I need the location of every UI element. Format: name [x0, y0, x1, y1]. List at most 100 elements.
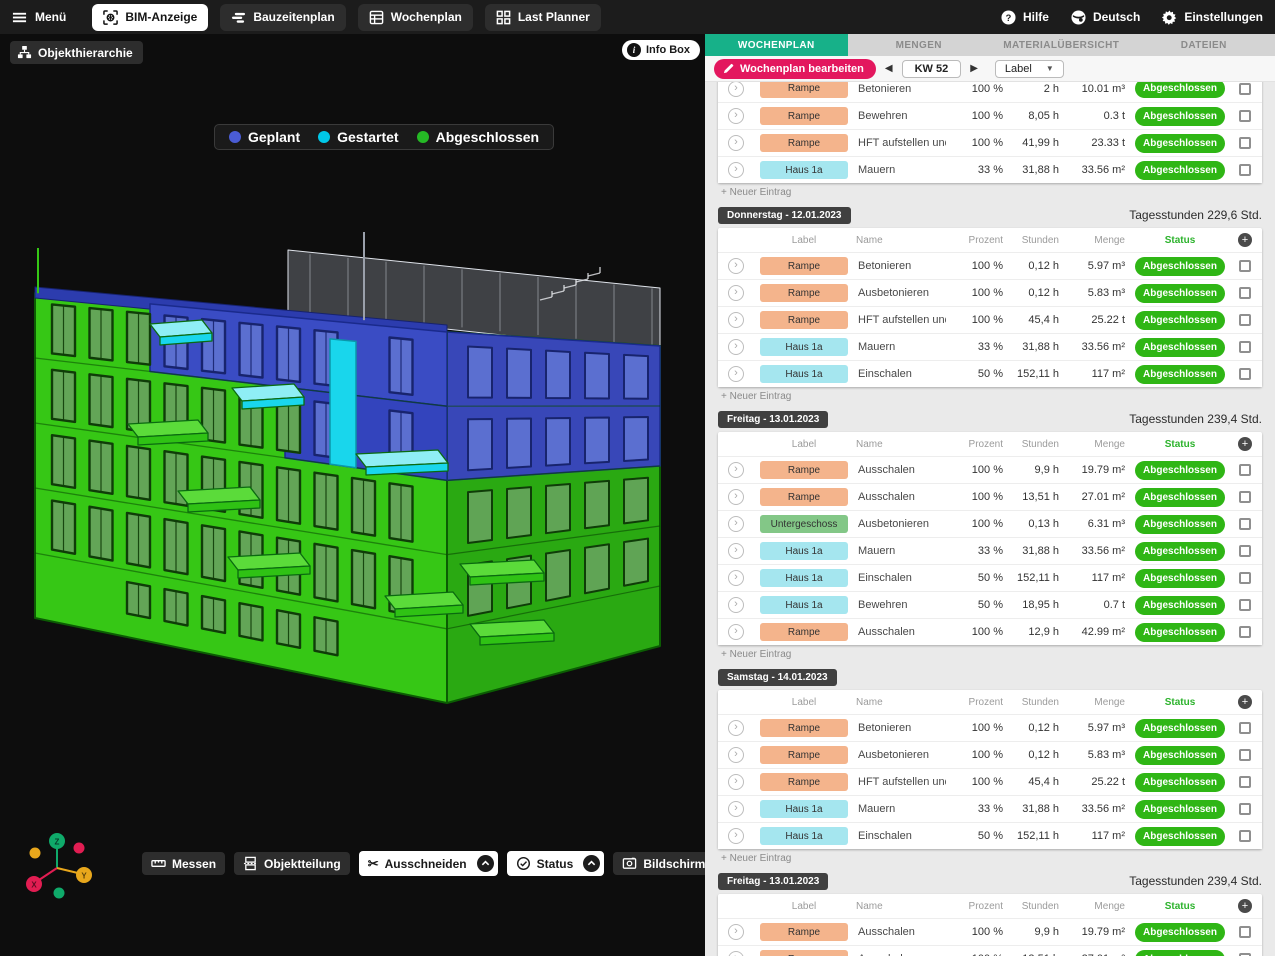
menu-button[interactable]: Menü	[12, 10, 66, 25]
next-week-button[interactable]: ▶	[968, 63, 980, 74]
nav-tab-wochenplan[interactable]: Wochenplan	[358, 4, 473, 31]
status-badge[interactable]: Abgeschlossen	[1135, 950, 1225, 956]
table-row[interactable]: ›RampeHFT aufstellen und ausrichten100 %…	[718, 306, 1262, 333]
expand-row-icon[interactable]: ›	[728, 747, 744, 763]
new-entry-link[interactable]: + Neuer Eintrag	[721, 649, 1262, 660]
table-row[interactable]: ›Haus 1aMauern33 %31,88 h33.56 m²Abgesch…	[718, 156, 1262, 183]
row-checkbox[interactable]	[1239, 776, 1251, 788]
table-row[interactable]: ›RampeHFT aufstellen und ausrichten100 %…	[718, 768, 1262, 795]
status-badge[interactable]: Abgeschlossen	[1135, 773, 1225, 792]
building-model[interactable]	[0, 34, 705, 956]
table-row[interactable]: ›RampeAusschalen100 %12,9 h42.99 m²Abges…	[718, 618, 1262, 645]
status-badge[interactable]: Abgeschlossen	[1135, 365, 1225, 384]
row-checkbox[interactable]	[1239, 545, 1251, 557]
expand-row-icon[interactable]: ›	[728, 82, 744, 97]
table-row[interactable]: ›RampeAusschalen100 %13,51 h27.01 m²Abge…	[718, 483, 1262, 510]
status-menu-toggle[interactable]	[583, 855, 600, 872]
row-checkbox[interactable]	[1239, 599, 1251, 611]
row-checkbox[interactable]	[1239, 368, 1251, 380]
row-checkbox[interactable]	[1239, 110, 1251, 122]
ausschneiden-button[interactable]: ✂ Ausschneiden	[359, 851, 498, 876]
nav-tab-bauzeitenplan[interactable]: Bauzeitenplan	[220, 4, 345, 31]
expand-row-icon[interactable]: ›	[728, 258, 744, 274]
edit-wochenplan-button[interactable]: Wochenplan bearbeiten	[714, 59, 876, 79]
status-badge[interactable]: Abgeschlossen	[1135, 923, 1225, 942]
settings-button[interactable]: Einstellungen	[1162, 10, 1263, 25]
table-row[interactable]: ›Haus 1aMauern33 %31,88 h33.56 m²Abgesch…	[718, 795, 1262, 822]
messen-button[interactable]: Messen	[142, 852, 225, 875]
expand-row-icon[interactable]: ›	[728, 597, 744, 613]
status-badge[interactable]: Abgeschlossen	[1135, 107, 1225, 126]
status-badge[interactable]: Abgeschlossen	[1135, 134, 1225, 153]
row-checkbox[interactable]	[1239, 287, 1251, 299]
row-checkbox[interactable]	[1239, 518, 1251, 530]
row-checkbox[interactable]	[1239, 260, 1251, 272]
expand-row-icon[interactable]: ›	[728, 366, 744, 382]
add-entry-icon[interactable]: +	[1238, 233, 1252, 247]
row-checkbox[interactable]	[1239, 464, 1251, 476]
bim-3d-viewer[interactable]: Objekthierarchie i Info Box Geplant Gest…	[0, 34, 705, 956]
status-badge[interactable]: Abgeschlossen	[1135, 515, 1225, 534]
row-checkbox[interactable]	[1239, 803, 1251, 815]
expand-row-icon[interactable]: ›	[728, 516, 744, 532]
objektteilung-button[interactable]: Objektteilung	[234, 852, 350, 875]
status-badge[interactable]: Abgeschlossen	[1135, 719, 1225, 738]
expand-row-icon[interactable]: ›	[728, 624, 744, 640]
table-row[interactable]: ›RampeBetonieren100 %0,12 h5.97 m³Abgesc…	[718, 252, 1262, 279]
table-row[interactable]: ›RampeAusschalen100 %13,51 h27.01 m²Abge…	[718, 945, 1262, 956]
expand-row-icon[interactable]: ›	[728, 489, 744, 505]
new-entry-link[interactable]: + Neuer Eintrag	[721, 391, 1262, 402]
expand-row-icon[interactable]: ›	[728, 543, 744, 559]
add-entry-icon[interactable]: +	[1238, 695, 1252, 709]
expand-row-icon[interactable]: ›	[728, 312, 744, 328]
table-row[interactable]: ›RampeHFT aufstellen und ausrichten100 %…	[718, 129, 1262, 156]
table-row[interactable]: ›UntergeschossAusbetonieren100 %0,13 h6.…	[718, 510, 1262, 537]
expand-row-icon[interactable]: ›	[728, 462, 744, 478]
row-checkbox[interactable]	[1239, 314, 1251, 326]
status-badge[interactable]: Abgeschlossen	[1135, 623, 1225, 642]
tab-dateien[interactable]: DATEIEN	[1133, 34, 1275, 56]
status-badge[interactable]: Abgeschlossen	[1135, 338, 1225, 357]
row-checkbox[interactable]	[1239, 830, 1251, 842]
expand-row-icon[interactable]: ›	[728, 162, 744, 178]
status-badge[interactable]: Abgeschlossen	[1135, 461, 1225, 480]
new-entry-link[interactable]: + Neuer Eintrag	[721, 853, 1262, 864]
expand-row-icon[interactable]: ›	[728, 108, 744, 124]
expand-row-icon[interactable]: ›	[728, 951, 744, 956]
status-badge[interactable]: Abgeschlossen	[1135, 827, 1225, 846]
expand-row-icon[interactable]: ›	[728, 774, 744, 790]
table-row[interactable]: ›RampeBetonieren100 %0,12 h5.97 m³Abgesc…	[718, 714, 1262, 741]
row-checkbox[interactable]	[1239, 926, 1251, 938]
row-checkbox[interactable]	[1239, 491, 1251, 503]
status-badge[interactable]: Abgeschlossen	[1135, 596, 1225, 615]
table-row[interactable]: ›Haus 1aEinschalen50 %152,11 h117 m²Abge…	[718, 564, 1262, 591]
expand-row-icon[interactable]: ›	[728, 570, 744, 586]
status-badge[interactable]: Abgeschlossen	[1135, 800, 1225, 819]
help-button[interactable]: ? Hilfe	[1001, 10, 1049, 25]
row-checkbox[interactable]	[1239, 572, 1251, 584]
new-entry-link[interactable]: + Neuer Eintrag	[721, 187, 1262, 198]
expand-row-icon[interactable]: ›	[728, 285, 744, 301]
status-button[interactable]: Status	[507, 851, 605, 876]
label-filter-dropdown[interactable]: Label ▼	[995, 60, 1064, 78]
table-row[interactable]: ›Haus 1aMauern33 %31,88 h33.56 m²Abgesch…	[718, 537, 1262, 564]
status-badge[interactable]: Abgeschlossen	[1135, 488, 1225, 507]
table-row[interactable]: ›Haus 1aMauern33 %31,88 h33.56 m²Abgesch…	[718, 333, 1262, 360]
row-checkbox[interactable]	[1239, 722, 1251, 734]
status-badge[interactable]: Abgeschlossen	[1135, 746, 1225, 765]
add-entry-icon[interactable]: +	[1238, 437, 1252, 451]
object-hierarchy-button[interactable]: Objekthierarchie	[10, 41, 143, 64]
tab-materialuebersicht[interactable]: MATERIALÜBERSICHT	[990, 34, 1133, 56]
status-badge[interactable]: Abgeschlossen	[1135, 569, 1225, 588]
expand-row-icon[interactable]: ›	[728, 339, 744, 355]
status-badge[interactable]: Abgeschlossen	[1135, 82, 1225, 98]
info-box-button[interactable]: i Info Box	[622, 40, 700, 60]
row-checkbox[interactable]	[1239, 749, 1251, 761]
expand-row-icon[interactable]: ›	[728, 828, 744, 844]
status-badge[interactable]: Abgeschlossen	[1135, 311, 1225, 330]
week-selector[interactable]: KW 52	[902, 60, 962, 78]
bildschirmfoto-button[interactable]: Bildschirmfoto	[613, 852, 705, 875]
status-badge[interactable]: Abgeschlossen	[1135, 257, 1225, 276]
table-row[interactable]: ›RampeBewehren100 %8,05 h0.3 tAbgeschlos…	[718, 102, 1262, 129]
row-checkbox[interactable]	[1239, 137, 1251, 149]
